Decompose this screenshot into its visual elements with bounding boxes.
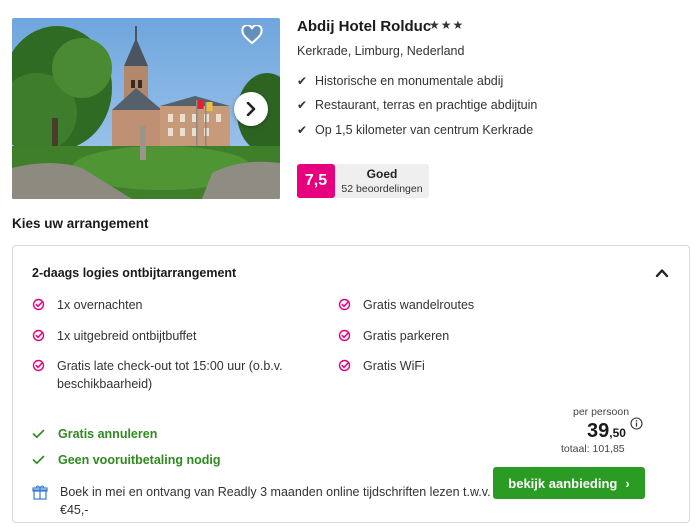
gift-icon	[32, 485, 48, 500]
cta-label: bekijk aanbieding	[508, 475, 618, 491]
checkmark-icon: ✔	[297, 74, 308, 88]
hotel-location: Kerkrade, Limburg, Nederland	[297, 44, 465, 58]
price: 39,50	[587, 420, 626, 443]
star-rating: ★★★	[429, 18, 465, 32]
circle-check-icon	[338, 359, 351, 372]
next-photo-button[interactable]	[234, 92, 268, 126]
score-label: Goed	[366, 167, 398, 181]
promo-text: Boek in mei en ontvang van Readly 3 maan…	[32, 483, 492, 519]
checkmark-icon	[32, 429, 45, 439]
section-title: Kies uw arrangement	[12, 216, 149, 231]
feature-item: Gratis WiFi	[338, 357, 638, 375]
chevron-up-icon[interactable]	[655, 266, 669, 280]
chevron-right-icon: ›	[625, 475, 630, 491]
circle-check-icon	[32, 329, 45, 342]
perk-item: Gratis annuleren	[32, 427, 157, 441]
arrangement-card: 2-daags logies ontbijtarrangement 1x ove…	[12, 245, 690, 523]
feature-item: 1x overnachten	[32, 296, 312, 314]
hotel-name[interactable]: Abdij Hotel Rolduc	[297, 18, 431, 35]
price-label: per persoon	[573, 406, 630, 418]
review-count: 52 beoordelingen	[341, 183, 423, 195]
circle-check-icon	[338, 298, 351, 311]
heart-icon[interactable]	[241, 24, 263, 45]
total-price: totaal: 101,85	[561, 443, 625, 455]
score-badge: 7,5	[297, 164, 335, 198]
checkmark-icon	[32, 455, 45, 465]
chevron-right-icon	[246, 102, 256, 116]
usp-item: ✔ Historische en monumentale abdij	[297, 74, 504, 88]
feature-item: 1x uitgebreid ontbijtbuffet	[32, 327, 312, 345]
feature-item: Gratis wandelroutes	[338, 296, 638, 314]
circle-check-icon	[32, 298, 45, 311]
arrangement-title[interactable]: 2-daags logies ontbijtarrangement	[32, 266, 236, 280]
price-cents: ,50	[609, 426, 626, 440]
circle-check-icon	[32, 359, 45, 372]
price-main: 39	[587, 420, 610, 442]
perk-item: Geen vooruitbetaling nodig	[32, 453, 221, 467]
checkmark-icon: ✔	[297, 123, 308, 137]
view-offer-button[interactable]: bekijk aanbieding ›	[493, 467, 645, 499]
feature-item: Gratis late check-out tot 15:00 uur (o.b…	[32, 357, 312, 393]
feature-item: Gratis parkeren	[338, 327, 638, 345]
review-score[interactable]: 7,5 Goed 52 beoordelingen	[297, 164, 429, 198]
checkmark-icon: ✔	[297, 98, 308, 112]
usp-item: ✔ Restaurant, terras en prachtige abdijt…	[297, 98, 538, 112]
usp-item: ✔ Op 1,5 kilometer van centrum Kerkrade	[297, 123, 534, 137]
circle-check-icon	[338, 329, 351, 342]
info-icon[interactable]	[630, 417, 643, 430]
